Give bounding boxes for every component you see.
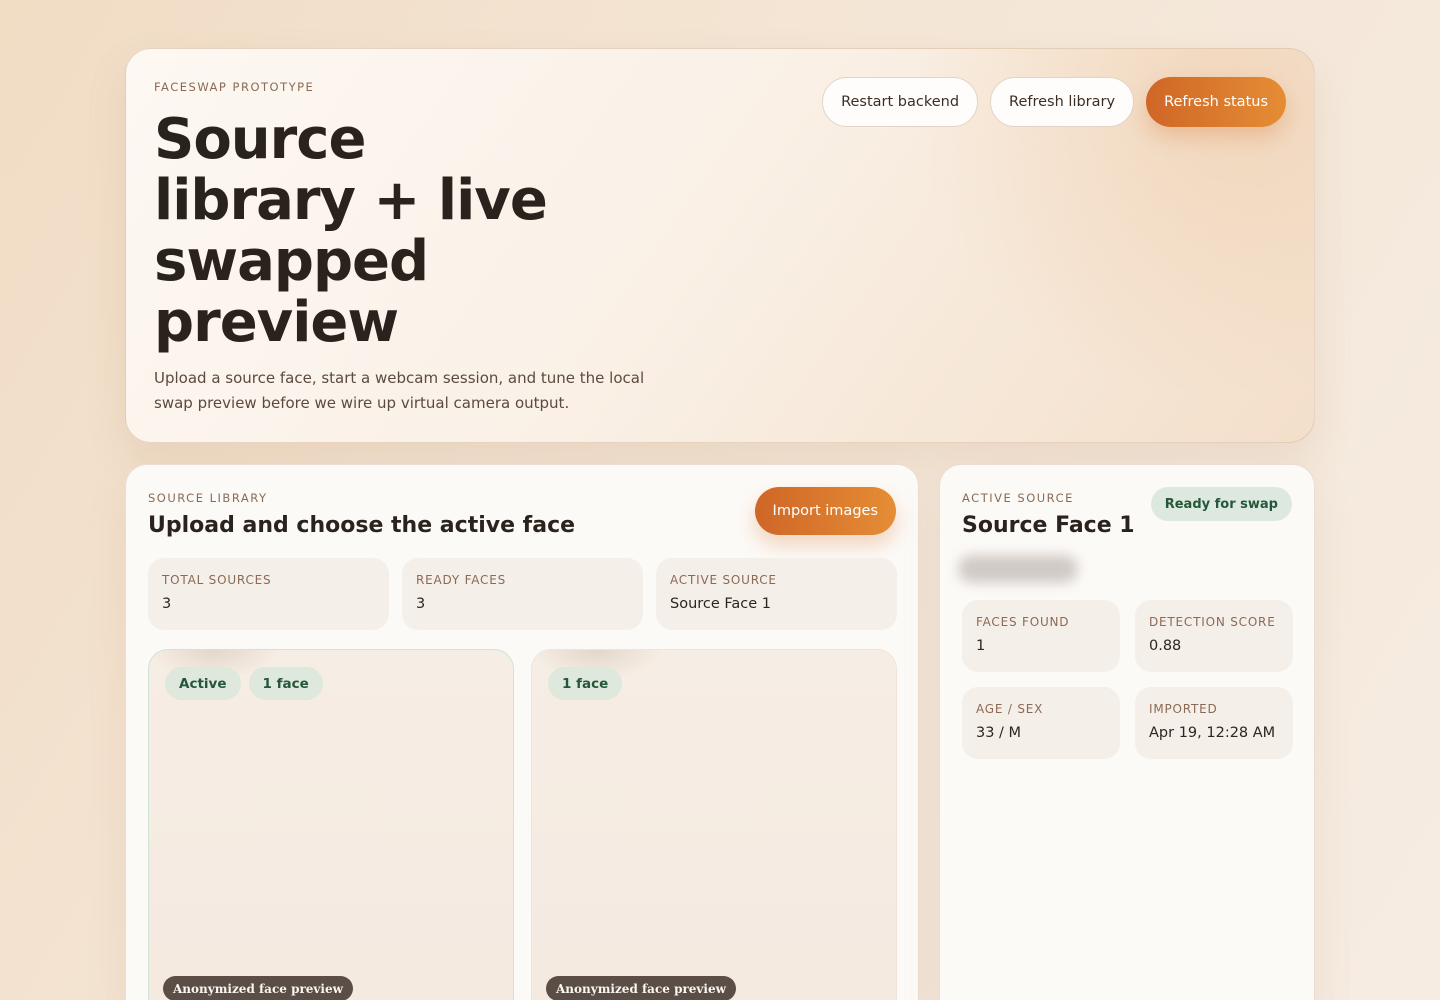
detail-value: 33 / M: [976, 725, 1022, 741]
import-images-button[interactable]: Import images: [754, 487, 896, 535]
page-title: Source library + live swapped preview: [154, 107, 548, 355]
stat-label: TOTAL SOURCES: [162, 573, 272, 587]
face-count-badge: 1 face: [548, 667, 623, 700]
source-library-card: SOURCE LIBRARY Upload and choose the act…: [125, 464, 919, 1000]
active-details: FACES FOUND 1 DETECTION SCORE 0.88 AGE /…: [962, 600, 1293, 759]
stat-value: 3: [416, 596, 426, 612]
detail-label: FACES FOUND: [976, 615, 1070, 629]
stat-value: Source Face 1: [670, 596, 772, 612]
detail-label: AGE / SEX: [976, 702, 1044, 716]
hero-subtitle: Upload a source face, start a webcam ses…: [154, 369, 645, 412]
hero-panel: FACESWAP PROTOTYPE Source library + live…: [125, 48, 1315, 443]
refresh-library-button[interactable]: Refresh library: [990, 77, 1135, 127]
stat-value: 3: [162, 596, 172, 612]
tile-caption: Anonymized face preview: [546, 976, 736, 1000]
hero-actions: Restart backend Refresh library Refresh …: [822, 77, 1286, 127]
source-tiles: Active 1 face Anonymized face preview 1 …: [148, 649, 897, 1000]
detail-label: DETECTION SCORE: [1149, 615, 1276, 629]
library-eyebrow: SOURCE LIBRARY: [148, 491, 268, 505]
stat-active-source: ACTIVE SOURCE Source Face 1: [656, 558, 897, 630]
blurred-source-thumbnail: [958, 555, 1078, 583]
active-badge: Active: [165, 667, 241, 700]
stat-label: READY FACES: [416, 573, 507, 587]
library-stats: TOTAL SOURCES 3 READY FACES 3 ACTIVE SOU…: [148, 558, 897, 630]
tile-badges: Active 1 face: [165, 667, 323, 700]
refresh-status-button[interactable]: Refresh status: [1146, 77, 1286, 127]
detail-label: IMPORTED: [1149, 702, 1218, 716]
stat-total-sources: TOTAL SOURCES 3: [148, 558, 389, 630]
library-title: Upload and choose the active face: [148, 513, 576, 538]
face-count-badge: 1 face: [248, 667, 323, 700]
active-source-card: ACTIVE SOURCE Source Face 1 Ready for sw…: [939, 464, 1315, 1000]
tile-caption: Anonymized face preview: [163, 976, 353, 1000]
hero-eyebrow: FACESWAP PROTOTYPE: [154, 80, 315, 94]
detail-value: 1: [976, 638, 986, 654]
source-tile[interactable]: Active 1 face Anonymized face preview: [148, 649, 514, 1000]
tile-badges: 1 face: [548, 667, 623, 700]
active-eyebrow: ACTIVE SOURCE: [962, 491, 1074, 505]
stat-ready-faces: READY FACES 3: [402, 558, 643, 630]
detail-age-sex: AGE / SEX 33 / M: [962, 687, 1120, 759]
detail-value: Apr 19, 12:28 AM: [1149, 725, 1276, 741]
detail-faces-found: FACES FOUND 1: [962, 600, 1120, 672]
status-badge: Ready for swap: [1150, 487, 1292, 521]
detail-detection-score: DETECTION SCORE 0.88: [1135, 600, 1293, 672]
restart-backend-button[interactable]: Restart backend: [822, 77, 979, 127]
source-tile[interactable]: 1 face Anonymized face preview: [531, 649, 897, 1000]
detail-imported: IMPORTED Apr 19, 12:28 AM: [1135, 687, 1293, 759]
stat-label: ACTIVE SOURCE: [670, 573, 777, 587]
active-source-title: Source Face 1: [962, 513, 1135, 538]
detail-value: 0.88: [1149, 638, 1182, 654]
